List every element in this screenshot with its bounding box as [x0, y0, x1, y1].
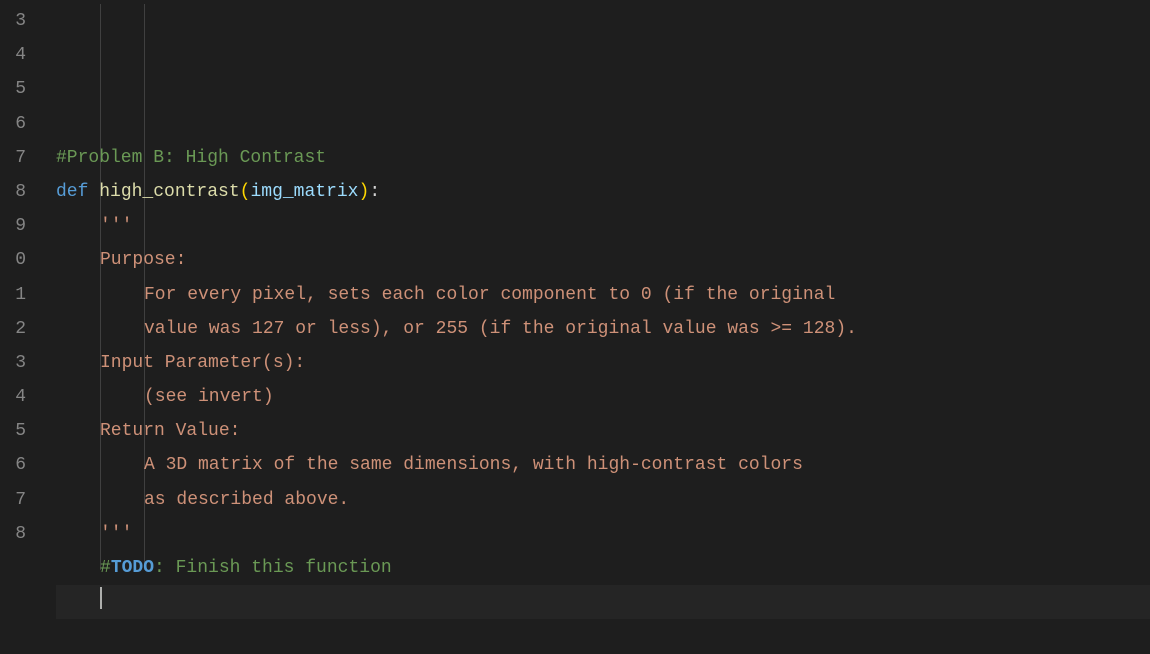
token-comment: #Problem B: High Contrast	[56, 148, 326, 168]
code-line[interactable]	[56, 585, 1150, 619]
line-number: 9	[0, 209, 26, 243]
token-docstr: as described above.	[144, 490, 349, 510]
code-line[interactable]: Purpose:	[56, 243, 1150, 277]
line-number: 0	[0, 243, 26, 277]
token-docstr: A 3D matrix of the same dimensions, with…	[144, 455, 803, 475]
token-docstr: '''	[100, 524, 132, 544]
token-docstr: '''	[100, 216, 132, 236]
token-comment: : Finish this function	[154, 558, 392, 578]
token-docstr: Purpose:	[100, 250, 186, 270]
line-number: 4	[0, 38, 26, 72]
token-paren: )	[359, 182, 370, 202]
line-number: 8	[0, 175, 26, 209]
line-number: 4	[0, 380, 26, 414]
token-docstr: Input Parameter(s):	[100, 353, 305, 373]
token-docstr: Return Value:	[100, 421, 240, 441]
token-paren: (	[240, 182, 251, 202]
code-line[interactable]: (see invert)	[56, 380, 1150, 414]
code-line[interactable]: Input Parameter(s):	[56, 346, 1150, 380]
code-line[interactable]: '''	[56, 209, 1150, 243]
code-line[interactable]	[56, 107, 1150, 141]
line-number: 7	[0, 483, 26, 517]
code-line[interactable]: #TODO: Finish this function	[56, 551, 1150, 585]
code-area[interactable]: #Problem B: High Contrast def high_contra…	[38, 0, 1150, 570]
code-line[interactable]: A 3D matrix of the same dimensions, with…	[56, 448, 1150, 482]
line-number: 3	[0, 4, 26, 38]
line-number: 6	[0, 107, 26, 141]
token-keyword: def	[56, 182, 99, 202]
token-punct: :	[369, 182, 380, 202]
line-number: 3	[0, 346, 26, 380]
code-line[interactable]: #Problem B: High Contrast	[56, 141, 1150, 175]
line-number: 5	[0, 414, 26, 448]
token-todo: TODO	[111, 558, 154, 578]
token-docstr: value was 127 or less), or 255 (if the o…	[144, 319, 857, 339]
line-number: 2	[0, 312, 26, 346]
code-line[interactable]: value was 127 or less), or 255 (if the o…	[56, 312, 1150, 346]
line-number: 8	[0, 517, 26, 551]
line-number: 5	[0, 72, 26, 106]
token-comment: #	[100, 558, 111, 578]
code-line[interactable]: as described above.	[56, 483, 1150, 517]
text-cursor	[100, 587, 102, 609]
token-docstr: (see invert)	[144, 387, 274, 407]
code-editor[interactable]: 3456789012345678 #Problem B: High Contra…	[0, 0, 1150, 570]
code-line[interactable]: '''	[56, 517, 1150, 551]
line-number: 7	[0, 141, 26, 175]
line-number: 6	[0, 448, 26, 482]
code-line[interactable]: Return Value:	[56, 414, 1150, 448]
token-funcname: high_contrast	[99, 182, 239, 202]
code-line[interactable]: For every pixel, sets each color compone…	[56, 278, 1150, 312]
line-number: 1	[0, 278, 26, 312]
code-line[interactable]: def high_contrast(img_matrix):	[56, 175, 1150, 209]
line-number-gutter: 3456789012345678	[0, 0, 38, 570]
token-docstr: For every pixel, sets each color compone…	[144, 285, 835, 305]
code-line[interactable]	[56, 619, 1150, 653]
token-param: img_matrix	[250, 182, 358, 202]
